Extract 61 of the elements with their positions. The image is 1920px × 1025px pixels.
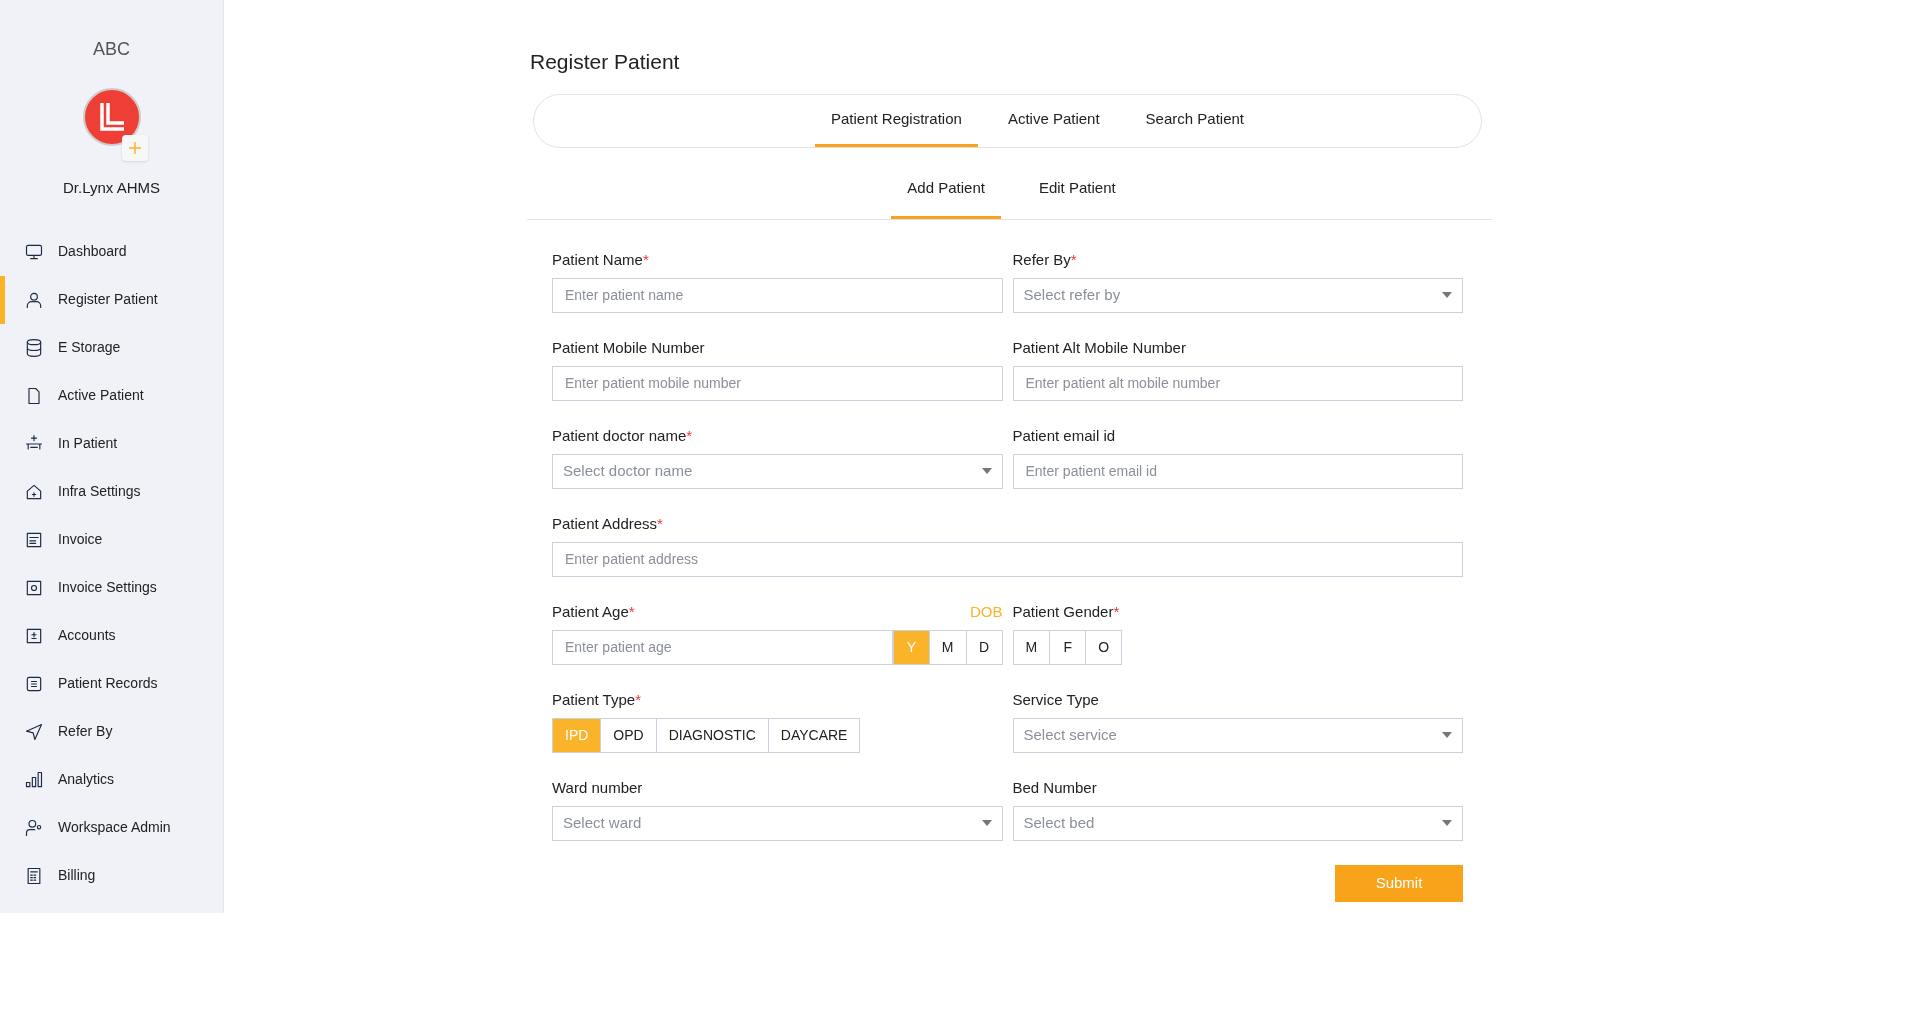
input-field[interactable]: Enter patient email id xyxy=(1012,453,1463,489)
page-title: Register Patient xyxy=(529,49,681,75)
input-field[interactable]: Enter patient alt mobile number xyxy=(1012,365,1463,401)
sidebar-item[interactable]: Refer By xyxy=(0,707,223,756)
option-button[interactable]: O xyxy=(1085,629,1123,665)
sidebar-item[interactable]: Billing xyxy=(0,851,223,900)
sidebar-item[interactable]: Analytics xyxy=(0,755,223,804)
input-field[interactable]: Enter patient name xyxy=(552,277,1003,313)
sidebar-item[interactable]: Infra Settings xyxy=(0,467,223,516)
logo-icon xyxy=(81,87,142,147)
option-button[interactable]: M xyxy=(1012,629,1051,665)
organization-name: Dr.Lynx AHMS xyxy=(63,178,160,198)
add-photo-button[interactable] xyxy=(121,135,148,161)
field-label: Patient Name* xyxy=(552,250,649,270)
caret-icon xyxy=(981,820,992,826)
user-gear-icon xyxy=(24,817,44,838)
option-button[interactable]: D xyxy=(965,629,1003,665)
field-label: Patient Age* xyxy=(552,602,635,622)
field-label: Patient email id xyxy=(1012,426,1116,446)
sidebar-item[interactable]: In Patient xyxy=(0,419,223,468)
sidebar-item[interactable]: Accounts xyxy=(0,611,223,660)
option-button[interactable]: OPD xyxy=(600,717,657,753)
field-label: Patient Mobile Number xyxy=(552,338,705,358)
sidebar-item[interactable]: Dashboard xyxy=(0,227,223,276)
field-label: Service Type xyxy=(1012,690,1099,710)
option-button[interactable]: DAYCARE xyxy=(767,717,861,753)
field-label: Bed Number xyxy=(1012,778,1097,798)
option-button[interactable]: DIAGNOSTIC xyxy=(655,717,769,753)
field-label: Ward number xyxy=(552,778,643,798)
input-field[interactable]: Enter patient mobile number xyxy=(552,365,1003,401)
caret-icon xyxy=(1442,732,1452,738)
plus-icon xyxy=(128,142,141,154)
tab[interactable]: Patient Registration xyxy=(815,94,978,147)
sidebar-item[interactable]: E Storage xyxy=(0,323,223,372)
sidebar-item[interactable]: Patient Records xyxy=(0,659,223,708)
field-label: Patient Gender* xyxy=(1012,602,1120,622)
sidebar-item[interactable]: Register Patient xyxy=(0,275,223,324)
caret-icon xyxy=(1442,292,1452,298)
field-label: Patient doctor name* xyxy=(552,426,693,446)
sidebar-item[interactable]: Invoice Settings xyxy=(0,563,223,612)
tab[interactable]: Add Patient xyxy=(891,161,1001,219)
tab[interactable]: Edit Patient xyxy=(1022,161,1132,219)
tab[interactable]: Active Patient xyxy=(991,94,1116,147)
field-label: Refer By* xyxy=(1012,250,1077,270)
sidebar-item[interactable]: Active Patient xyxy=(0,371,223,420)
input-field[interactable]: Enter patient address xyxy=(552,541,1463,577)
sidebar-item[interactable]: Workspace Admin xyxy=(0,803,223,852)
sidebar-item[interactable]: Invoice xyxy=(0,515,223,564)
tab[interactable]: Search Patient xyxy=(1129,94,1260,147)
send-icon xyxy=(24,721,44,742)
field-label: Patient Alt Mobile Number xyxy=(1012,338,1186,358)
brand-text: ABC xyxy=(93,38,130,61)
caret-icon xyxy=(981,468,992,474)
field-label: Patient Type* xyxy=(552,690,641,710)
caret-icon xyxy=(1442,820,1452,826)
option-button[interactable]: F xyxy=(1049,629,1087,665)
database-icon xyxy=(24,337,44,358)
option-button[interactable]: M xyxy=(928,629,967,665)
bar-chart-icon xyxy=(24,769,44,790)
field-label: Patient Address* xyxy=(552,514,663,534)
input-field[interactable]: Enter patient age xyxy=(552,629,893,665)
